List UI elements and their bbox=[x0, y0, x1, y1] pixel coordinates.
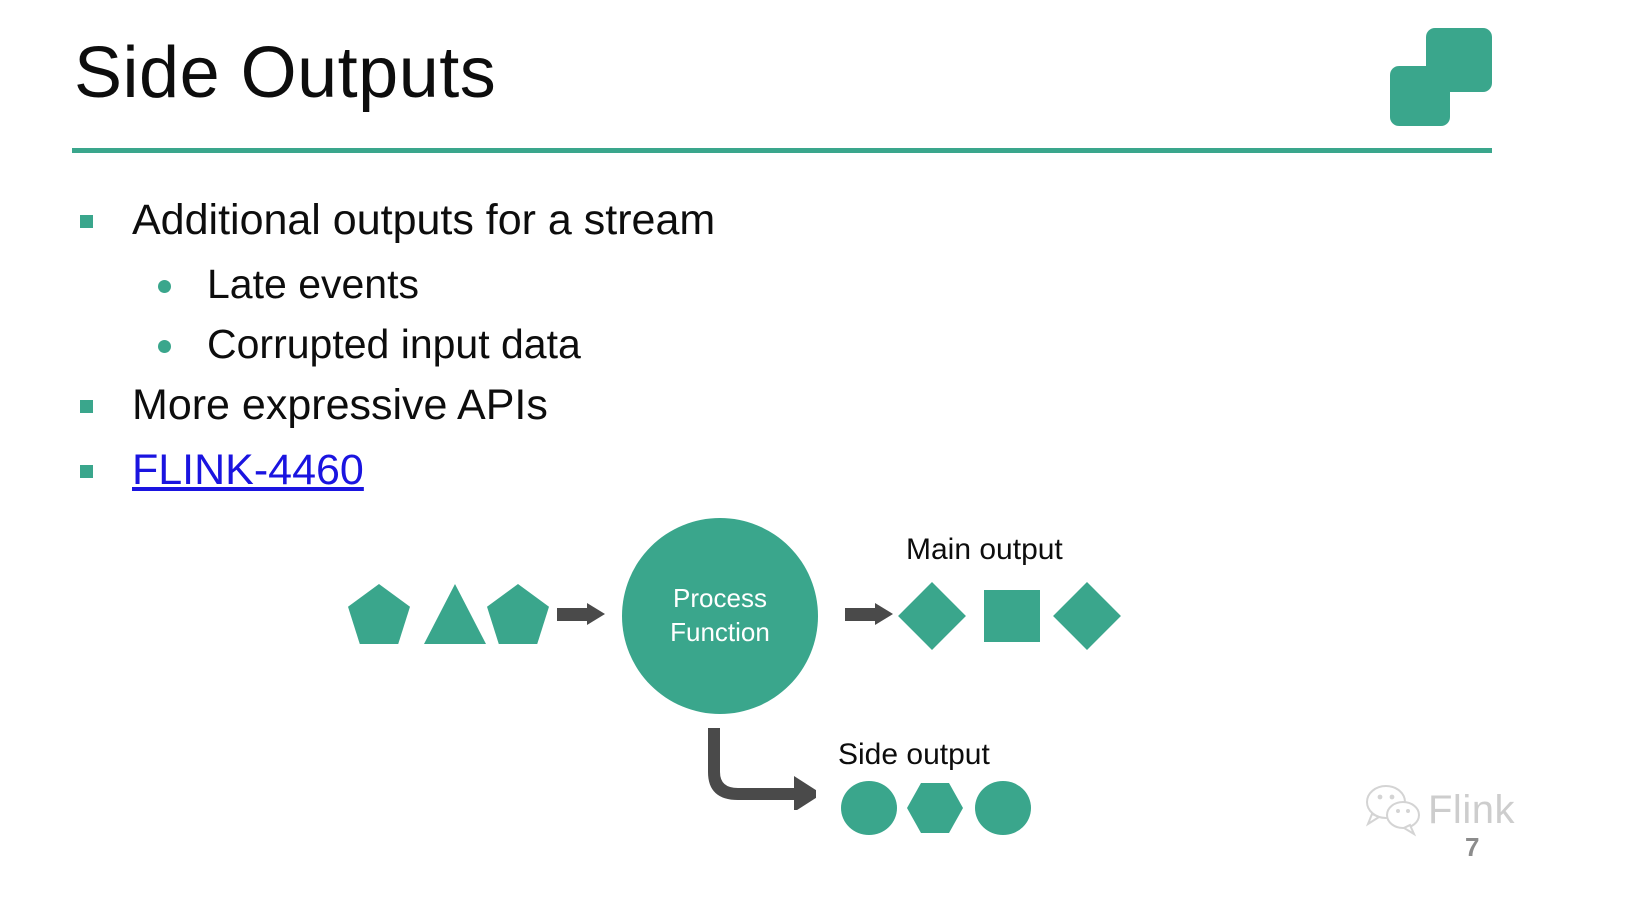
wechat-flink-watermark: Flink bbox=[1362, 782, 1542, 848]
side-output-label: Side output bbox=[838, 738, 990, 771]
page-title: Side Outputs bbox=[74, 33, 497, 113]
side-output-shape-circle bbox=[975, 781, 1031, 835]
bullet-list: Additional outputs for a stream Late eve… bbox=[80, 192, 980, 506]
process-function-node: Process Function bbox=[622, 518, 818, 714]
input-shape-triangle bbox=[424, 584, 486, 644]
arrow-head bbox=[875, 603, 893, 625]
flink-issue-link[interactable]: FLINK-4460 bbox=[132, 442, 364, 499]
main-output-shape-diamond bbox=[898, 582, 966, 650]
flink-squares-logo-icon bbox=[1390, 28, 1494, 126]
process-function-line-1: Process bbox=[673, 583, 767, 614]
wechat-icon bbox=[1365, 785, 1420, 837]
logo-square-small bbox=[1390, 66, 1450, 126]
bullet-square-icon bbox=[80, 215, 93, 228]
arrow-head bbox=[587, 603, 605, 625]
main-output-arrow-icon bbox=[845, 603, 893, 625]
bullet-label: More expressive APIs bbox=[132, 380, 548, 429]
bullet-square-icon bbox=[80, 464, 93, 478]
arrow-shaft bbox=[845, 608, 877, 621]
slide-canvas: Side Outputs Additional outputs for a st… bbox=[0, 0, 1646, 922]
arrow-shaft bbox=[557, 608, 589, 621]
watermark-label: Flink bbox=[1428, 788, 1515, 832]
bullet-square-icon bbox=[80, 399, 93, 413]
bullet-dot-icon bbox=[158, 339, 171, 353]
list-item: Late events bbox=[158, 257, 980, 311]
bullet-label: Additional outputs for a stream bbox=[132, 196, 716, 244]
bullet-dot-icon bbox=[158, 279, 171, 293]
main-output-shape-square bbox=[984, 590, 1040, 642]
process-function-line-2: Function bbox=[670, 617, 770, 647]
title-divider bbox=[72, 148, 1492, 153]
input-shape-pentagon bbox=[348, 584, 410, 644]
list-item: FLINK-4460 bbox=[80, 442, 980, 499]
list-item: More expressive APIs bbox=[80, 377, 980, 434]
input-arrow-icon bbox=[557, 603, 605, 625]
side-output-shape-circle bbox=[841, 781, 897, 835]
main-output-shape-diamond bbox=[1053, 582, 1121, 650]
input-shape-pentagon bbox=[487, 584, 549, 644]
list-item: Corrupted input data bbox=[158, 317, 980, 371]
side-output-shape-hexagon bbox=[907, 783, 963, 833]
bullet-label: Corrupted input data bbox=[207, 320, 581, 367]
bullet-label: Late events bbox=[207, 260, 419, 307]
side-output-elbow-arrow-icon bbox=[708, 728, 816, 810]
page-number: 7 bbox=[1465, 832, 1480, 862]
list-item: Additional outputs for a stream bbox=[80, 192, 980, 249]
main-output-label: Main output bbox=[906, 533, 1063, 566]
